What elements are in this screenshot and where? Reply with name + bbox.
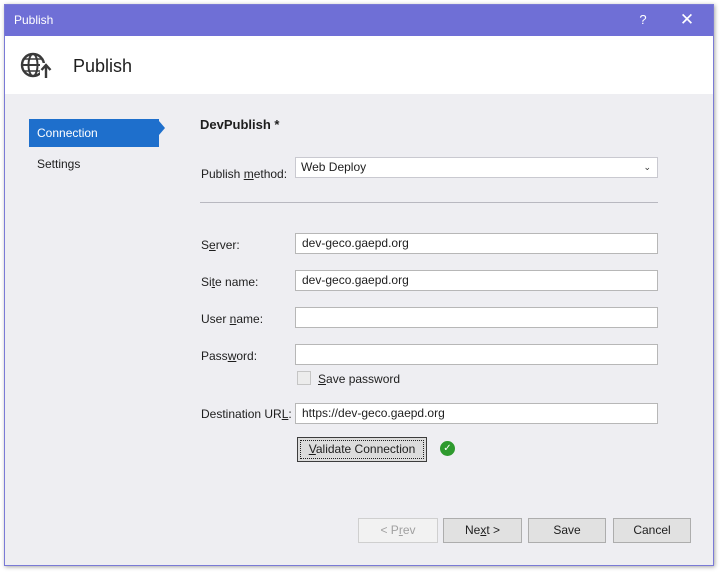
title-bar[interactable]: Publish ? ✕ xyxy=(5,5,713,36)
header-title: Publish xyxy=(73,56,133,76)
nav-item-connection[interactable]: Connection xyxy=(29,119,159,147)
close-button[interactable]: ✕ xyxy=(676,9,698,31)
profile-name: DevPublish * xyxy=(200,117,280,132)
save-password-checkbox[interactable] xyxy=(297,371,311,385)
help-button[interactable]: ? xyxy=(632,9,654,31)
server-label: Server: xyxy=(201,238,240,252)
window-title: Publish xyxy=(14,13,54,27)
nav-item-settings[interactable]: Settings xyxy=(29,150,159,178)
next-button[interactable]: Next > xyxy=(443,518,522,543)
chevron-down-icon: ⌄ xyxy=(643,162,651,172)
focus-rect xyxy=(300,440,424,459)
user-name-label: User name: xyxy=(201,312,264,326)
active-nav-indicator xyxy=(159,121,165,135)
check-circle-icon: ✓ xyxy=(440,441,455,456)
save-password-label[interactable]: Save password xyxy=(318,372,400,386)
globe-publish-icon xyxy=(20,52,52,79)
site-name-input[interactable]: dev-geco.gaepd.org xyxy=(295,270,658,291)
password-label: Password: xyxy=(201,349,258,363)
validate-connection-button[interactable]: Validate Connection xyxy=(297,437,427,462)
publish-method-select[interactable]: Web Deploy ⌄ xyxy=(295,157,658,178)
destination-url-input[interactable]: https://dev-geco.gaepd.org xyxy=(295,403,658,424)
server-input[interactable]: dev-geco.gaepd.org xyxy=(295,233,658,254)
save-button[interactable]: Save xyxy=(528,518,606,543)
password-input[interactable] xyxy=(295,344,658,365)
publish-method-value: Web Deploy xyxy=(301,160,367,174)
destination-url-label: Destination URL: xyxy=(201,407,292,421)
dialog-header: Publish xyxy=(5,36,713,94)
cancel-button[interactable]: Cancel xyxy=(613,518,691,543)
prev-button[interactable]: < Prev xyxy=(358,518,438,543)
site-name-label: Site name: xyxy=(201,275,259,289)
user-name-input[interactable] xyxy=(295,307,658,328)
publish-method-label: Publish method: xyxy=(201,167,288,181)
divider xyxy=(200,202,658,203)
